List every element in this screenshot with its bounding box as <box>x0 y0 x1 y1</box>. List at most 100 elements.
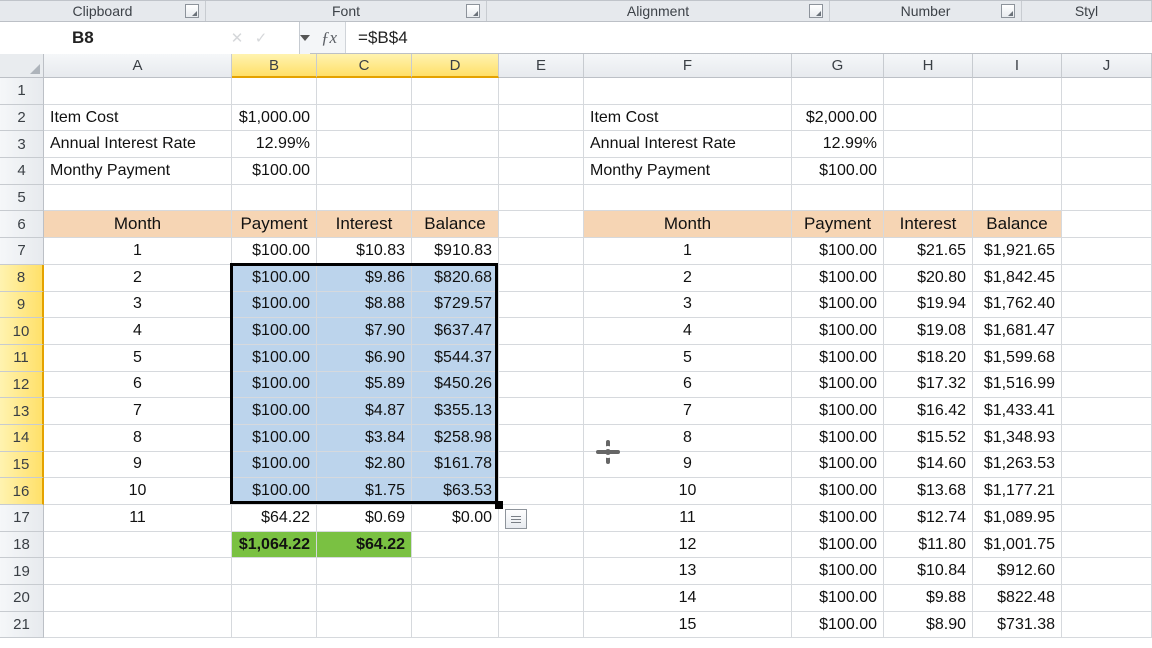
cell-G4[interactable]: $100.00 <box>792 158 884 185</box>
cell-C20[interactable] <box>317 585 412 612</box>
cell-A4[interactable]: Monthy Payment <box>44 158 232 185</box>
row-4[interactable]: 4Monthy Payment$100.00Monthy Payment$100… <box>0 158 1152 185</box>
cell-H16[interactable]: $13.68 <box>884 478 973 505</box>
cell-G10[interactable]: $100.00 <box>792 318 884 345</box>
cell-B15[interactable]: $100.00 <box>232 452 317 479</box>
cell-G18[interactable]: $100.00 <box>792 532 884 559</box>
row-header-12[interactable]: 12 <box>0 372 44 399</box>
row-header-5[interactable]: 5 <box>0 185 44 212</box>
cell-G8[interactable]: $100.00 <box>792 265 884 292</box>
cell-C7[interactable]: $10.83 <box>317 238 412 265</box>
cell-I19[interactable]: $912.60 <box>973 558 1062 585</box>
autofill-options-button[interactable] <box>505 509 527 529</box>
ribbon-group-clipboard[interactable]: Clipboard <box>0 1 206 21</box>
cell-E1[interactable] <box>499 78 584 105</box>
cell-J6[interactable] <box>1062 211 1152 238</box>
cell-J7[interactable] <box>1062 238 1152 265</box>
cell-A13[interactable]: 7 <box>44 398 232 425</box>
cell-E14[interactable] <box>499 425 584 452</box>
cell-B2[interactable]: $1,000.00 <box>232 105 317 132</box>
cell-B9[interactable]: $100.00 <box>232 292 317 319</box>
rows[interactable]: 12Item Cost$1,000.00Item Cost$2,000.003A… <box>0 78 1152 638</box>
row-7[interactable]: 71$100.00$10.83$910.831$100.00$21.65$1,9… <box>0 238 1152 265</box>
cell-A15[interactable]: 9 <box>44 452 232 479</box>
cell-A2[interactable]: Item Cost <box>44 105 232 132</box>
cell-H6[interactable]: Interest <box>884 211 973 238</box>
cell-B14[interactable]: $100.00 <box>232 425 317 452</box>
cell-E13[interactable] <box>499 398 584 425</box>
cell-J16[interactable] <box>1062 478 1152 505</box>
cell-C21[interactable] <box>317 612 412 639</box>
cell-C1[interactable] <box>317 78 412 105</box>
column-header-B[interactable]: B <box>232 54 317 78</box>
cell-F14[interactable]: 8 <box>584 425 792 452</box>
cell-J12[interactable] <box>1062 372 1152 399</box>
select-all-button[interactable] <box>0 54 44 78</box>
cell-A10[interactable]: 4 <box>44 318 232 345</box>
cell-E3[interactable] <box>499 131 584 158</box>
cell-C10[interactable]: $7.90 <box>317 318 412 345</box>
cell-C5[interactable] <box>317 185 412 212</box>
cell-D6[interactable]: Balance <box>412 211 499 238</box>
cell-I5[interactable] <box>973 185 1062 212</box>
cell-H15[interactable]: $14.60 <box>884 452 973 479</box>
cell-J15[interactable] <box>1062 452 1152 479</box>
cell-B6[interactable]: Payment <box>232 211 317 238</box>
cell-B4[interactable]: $100.00 <box>232 158 317 185</box>
cell-C6[interactable]: Interest <box>317 211 412 238</box>
cell-D20[interactable] <box>412 585 499 612</box>
cell-B20[interactable] <box>232 585 317 612</box>
cell-F17[interactable]: 11 <box>584 505 792 532</box>
cell-H10[interactable]: $19.08 <box>884 318 973 345</box>
column-header-C[interactable]: C <box>317 54 412 78</box>
column-header-G[interactable]: G <box>792 54 884 78</box>
cell-G15[interactable]: $100.00 <box>792 452 884 479</box>
cell-H2[interactable] <box>884 105 973 132</box>
cell-A20[interactable] <box>44 585 232 612</box>
cell-E9[interactable] <box>499 292 584 319</box>
cancel-formula-button[interactable]: ✕ <box>225 26 249 50</box>
cell-F9[interactable]: 3 <box>584 292 792 319</box>
cell-I20[interactable]: $822.48 <box>973 585 1062 612</box>
cell-H17[interactable]: $12.74 <box>884 505 973 532</box>
formula-input[interactable] <box>345 22 1152 53</box>
cell-A7[interactable]: 1 <box>44 238 232 265</box>
cell-D5[interactable] <box>412 185 499 212</box>
cell-H11[interactable]: $18.20 <box>884 345 973 372</box>
cell-G9[interactable]: $100.00 <box>792 292 884 319</box>
cell-E4[interactable] <box>499 158 584 185</box>
cell-D14[interactable]: $258.98 <box>412 425 499 452</box>
row-header-4[interactable]: 4 <box>0 158 44 185</box>
cell-C3[interactable] <box>317 131 412 158</box>
row-header-8[interactable]: 8 <box>0 265 44 292</box>
cell-I4[interactable] <box>973 158 1062 185</box>
cell-G3[interactable]: 12.99% <box>792 131 884 158</box>
cell-F7[interactable]: 1 <box>584 238 792 265</box>
cell-F10[interactable]: 4 <box>584 318 792 345</box>
cell-H7[interactable]: $21.65 <box>884 238 973 265</box>
cell-A19[interactable] <box>44 558 232 585</box>
row-header-15[interactable]: 15 <box>0 452 44 479</box>
cell-A5[interactable] <box>44 185 232 212</box>
column-header-D[interactable]: D <box>412 54 499 78</box>
cell-D16[interactable]: $63.53 <box>412 478 499 505</box>
cell-G13[interactable]: $100.00 <box>792 398 884 425</box>
name-box-dropdown[interactable] <box>299 22 310 54</box>
cell-G19[interactable]: $100.00 <box>792 558 884 585</box>
cell-J14[interactable] <box>1062 425 1152 452</box>
row-5[interactable]: 5 <box>0 185 1152 212</box>
cell-G5[interactable] <box>792 185 884 212</box>
cell-A21[interactable] <box>44 612 232 639</box>
cell-E5[interactable] <box>499 185 584 212</box>
cell-H13[interactable]: $16.42 <box>884 398 973 425</box>
cell-J13[interactable] <box>1062 398 1152 425</box>
cell-G16[interactable]: $100.00 <box>792 478 884 505</box>
dialog-launcher-icon[interactable] <box>466 4 480 18</box>
dialog-launcher-icon[interactable] <box>809 4 823 18</box>
row-18[interactable]: 18$1,064.22$64.2212$100.00$11.80$1,001.7… <box>0 532 1152 559</box>
cell-J3[interactable] <box>1062 131 1152 158</box>
row-header-18[interactable]: 18 <box>0 532 44 559</box>
cell-F6[interactable]: Month <box>584 211 792 238</box>
row-6[interactable]: 6MonthPaymentInterestBalanceMonthPayment… <box>0 211 1152 238</box>
cell-A8[interactable]: 2 <box>44 265 232 292</box>
